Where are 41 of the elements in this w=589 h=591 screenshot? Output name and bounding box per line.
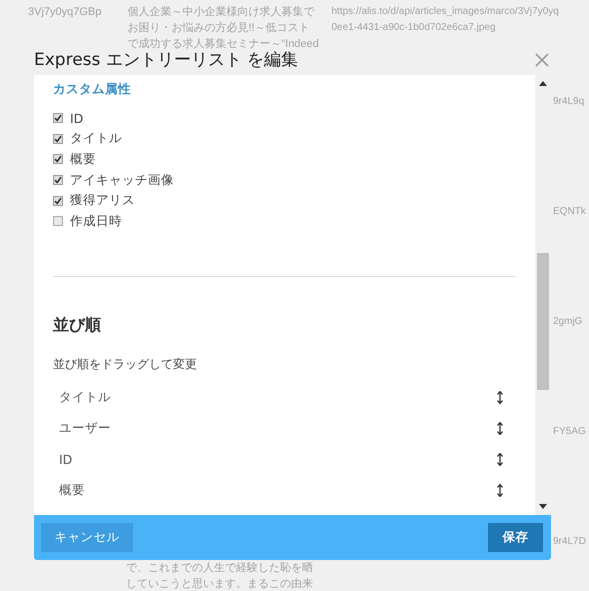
background-text: していこうと思います。まるこの由来: [126, 577, 313, 591]
checkbox[interactable]: [53, 175, 63, 186]
checkbox-label: アイキャッチ画像: [70, 172, 174, 189]
drag-handle-icon[interactable]: [497, 452, 503, 466]
section-heading: 並び順: [53, 314, 102, 336]
background-text: https://alis.to/d/api/articles_images/marco/3Vj7y0yq: [332, 5, 559, 19]
background-text: 個人企業～中小企業様向け求人募集で: [128, 5, 314, 20]
sort-description: 並び順をドラッグして変更: [53, 356, 198, 373]
background-cell-text: 9r4L7D: [553, 535, 586, 549]
background-text: 3Vj7y0yq7GBp: [28, 5, 102, 20]
background-text: お困り・お悩みの方必見!!～低コスト: [128, 20, 310, 36]
scroll-up-arrow-icon[interactable]: [539, 81, 547, 86]
scroll-down-arrow-icon[interactable]: [539, 504, 547, 509]
sortable-item[interactable]: 概要: [59, 482, 85, 499]
checkbox-label: 獲得アリス: [70, 192, 135, 210]
checkbox[interactable]: [53, 216, 63, 226]
checkbox[interactable]: [53, 113, 63, 124]
sortable-item[interactable]: ID: [59, 452, 72, 467]
background-cell-text: 9r4L9q: [553, 95, 584, 109]
checkbox-label: 概要: [70, 150, 96, 168]
background-text: 0ee1-4431-a90c-1b0d702e6ca7.jpeg: [332, 21, 496, 35]
sortable-item[interactable]: ユーザー: [59, 420, 111, 437]
checkbox[interactable]: [53, 154, 63, 164]
checkbox[interactable]: [53, 196, 63, 206]
checkbox-label: 作成日時: [70, 212, 122, 230]
background-cell-text: EQNTk: [553, 205, 586, 219]
background-text: で成功する求人募集セミナー～“Indeed: [128, 37, 319, 51]
dialog-title: Express エントリーリスト を編集: [34, 49, 298, 71]
background-cell-text: 2gmjG: [553, 315, 582, 329]
sortable-item[interactable]: タイトル: [59, 388, 111, 406]
background-cell-text: FY5AG: [553, 425, 586, 439]
drag-handle-icon[interactable]: [497, 390, 503, 404]
section-heading: カスタム属性: [53, 81, 132, 98]
drag-handle-icon[interactable]: [497, 422, 503, 435]
save-button[interactable]: 保存: [488, 523, 543, 552]
scrollbar-thumb[interactable]: [537, 253, 549, 390]
checkbox[interactable]: [53, 134, 63, 144]
checkbox-label: ID: [70, 110, 84, 126]
drag-handle-icon[interactable]: [497, 484, 503, 497]
checkbox-label: タイトル: [70, 130, 122, 148]
background-text: で、これまでの人生で経験した恥を晒: [126, 561, 313, 576]
